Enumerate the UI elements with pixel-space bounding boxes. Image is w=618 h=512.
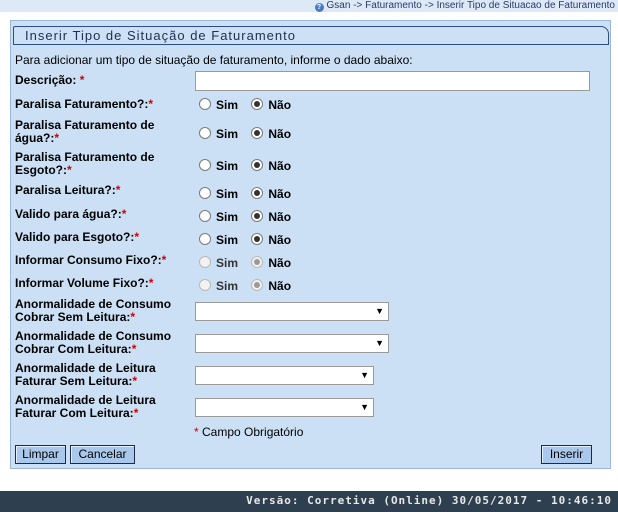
informar-volume-fixo-label: Informar Volume Fixo?:* [15, 276, 154, 290]
breadcrumb-text: Gsan -> Faturamento -> Inserir Tipo de S… [326, 0, 615, 11]
required-field-note: * Campo Obrigatório [194, 425, 304, 439]
intro-text: Para adicionar um tipo de situação de fa… [15, 53, 413, 67]
valido-agua-sim-radio[interactable] [199, 210, 211, 222]
limpar-button[interactable]: Limpar [15, 445, 66, 464]
paralisa-leitura-label: Paralisa Leitura?:* [15, 183, 121, 197]
required-marker: * [133, 406, 139, 420]
required-marker: * [115, 183, 121, 197]
dropdown-arrow-icon: ▼ [360, 370, 369, 380]
title-bar: Inserir Tipo de Situação de Faturamento [13, 26, 609, 45]
required-marker: * [79, 73, 85, 87]
page-title: Inserir Tipo de Situação de Faturamento [25, 28, 296, 43]
descricao-label: Descrição: * [15, 73, 85, 87]
top-bar: ? Gsan -> Faturamento -> Inserir Tipo de … [0, 0, 618, 12]
paralisa-faturamento-agua-label: Paralisa Faturamento de água?:* [15, 118, 155, 145]
informar-volume-fixo-nao-radio [251, 279, 264, 291]
paralisa-faturamento-agua-radios: Sim Não [199, 127, 291, 141]
paralisa-leitura-nao-radio[interactable] [251, 187, 264, 199]
anormalidade-leitura-sem-leitura-label: Anormalidade de Leitura Faturar Sem Leit… [15, 361, 156, 388]
dropdown-arrow-icon: ▼ [360, 402, 369, 412]
informar-volume-fixo-sim-radio [199, 279, 211, 291]
paralisa-faturamento-esgoto-radios: Sim Não [199, 159, 291, 173]
anormalidade-consumo-com-leitura-label: Anormalidade de Consumo Cobrar Com Leitu… [15, 329, 172, 356]
valido-esgoto-nao-radio[interactable] [251, 233, 264, 245]
version-text: Versão: Corretiva (Online) 30/05/2017 - … [246, 494, 612, 507]
informar-consumo-fixo-nao-radio [251, 256, 264, 268]
valido-esgoto-radios: Sim Não [199, 233, 291, 247]
inserir-button[interactable]: Inserir [541, 445, 592, 464]
valido-agua-radios: Sim Não [199, 210, 291, 224]
required-marker: * [131, 342, 137, 356]
anormalidade-consumo-sem-leitura-select[interactable]: ▼ [195, 302, 389, 321]
dropdown-arrow-icon: ▼ [375, 338, 384, 348]
paralisa-faturamento-agua-sim-radio[interactable] [199, 127, 211, 139]
valido-agua-label: Valido para água?:* [15, 207, 127, 221]
anormalidade-consumo-sem-leitura-label: Anormalidade de Consumo Cobrar Sem Leitu… [15, 297, 172, 324]
informar-volume-fixo-radios: Sim Não [199, 279, 291, 293]
paralisa-leitura-sim-radio[interactable] [199, 187, 211, 199]
paralisa-faturamento-label: Paralisa Faturamento?:* [15, 97, 154, 111]
anormalidade-leitura-sem-leitura-select[interactable]: ▼ [195, 366, 374, 385]
paralisa-faturamento-esgoto-sim-radio[interactable] [199, 159, 211, 171]
paralisa-faturamento-agua-nao-radio[interactable] [251, 127, 264, 139]
paralisa-faturamento-radios: Sim Não [199, 98, 291, 112]
valido-esgoto-label: Valido para Esgoto?:* [15, 230, 140, 244]
required-marker: * [148, 276, 154, 290]
anormalidade-consumo-com-leitura-select[interactable]: ▼ [195, 334, 389, 353]
paralisa-faturamento-nao-radio[interactable] [251, 98, 264, 110]
dropdown-arrow-icon: ▼ [375, 306, 384, 316]
help-icon[interactable]: ? [314, 3, 324, 12]
breadcrumb: ? Gsan -> Faturamento -> Inserir Tipo de … [314, 0, 615, 12]
required-marker: * [130, 310, 136, 324]
footer-bar: Versão: Corretiva (Online) 30/05/2017 - … [0, 491, 618, 512]
required-marker: * [132, 374, 138, 388]
anormalidade-leitura-com-leitura-label: Anormalidade de Leitura Faturar Com Leit… [15, 393, 156, 420]
required-marker: * [134, 230, 140, 244]
required-marker: * [54, 131, 60, 145]
informar-consumo-fixo-radios: Sim Não [199, 256, 291, 270]
descricao-input[interactable] [195, 71, 590, 91]
paralisa-faturamento-sim-radio[interactable] [199, 98, 211, 110]
paralisa-faturamento-esgoto-nao-radio[interactable] [251, 159, 264, 171]
paralisa-faturamento-esgoto-label: Paralisa Faturamento de Esgoto?:* [15, 150, 155, 177]
required-marker: * [148, 97, 154, 111]
informar-consumo-fixo-sim-radio [199, 256, 211, 268]
valido-esgoto-sim-radio[interactable] [199, 233, 211, 245]
cancelar-button[interactable]: Cancelar [70, 445, 135, 464]
paralisa-leitura-radios: Sim Não [199, 187, 291, 201]
required-marker: * [161, 253, 167, 267]
informar-consumo-fixo-label: Informar Consumo Fixo?:* [15, 253, 167, 267]
required-marker: * [121, 207, 127, 221]
anormalidade-leitura-com-leitura-select[interactable]: ▼ [195, 398, 374, 417]
form-panel: Inserir Tipo de Situação de Faturamento … [10, 20, 611, 469]
required-marker: * [67, 163, 72, 177]
valido-agua-nao-radio[interactable] [251, 210, 264, 222]
